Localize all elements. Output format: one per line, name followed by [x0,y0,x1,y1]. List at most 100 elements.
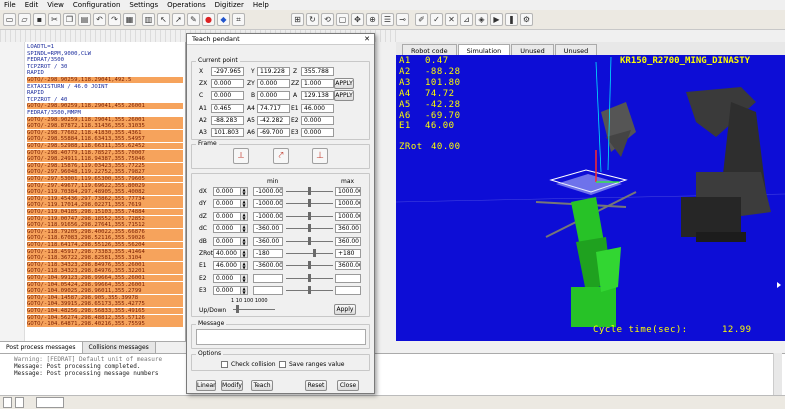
jog-slider-dx[interactable] [286,187,333,196]
jog-max-e1[interactable]: 3600.00 [335,261,361,271]
y-field[interactable]: 119.228 [257,67,290,76]
code-line[interactable]: GOTO/-118.67083,298.52116,355.59026 [27,235,183,242]
jog-min-dc[interactable]: -360.00 [253,224,283,234]
a2-field[interactable]: -88.283 [211,116,244,125]
base-frame-button[interactable]: ⟂ [233,148,249,164]
pause-button[interactable]: ❚ [505,13,518,26]
jog-max-db[interactable]: 360.00 [335,236,361,246]
apply-zaxis-button[interactable]: APPLY [334,78,354,89]
save-button[interactable]: ▪ [33,13,46,26]
cut-button[interactable]: ✂ [48,13,61,26]
modify-button[interactable]: Modify [221,380,243,391]
code-line[interactable]: GOTO/-298.24911,118.94387,355.75046 [27,156,183,163]
jog-max-zrot[interactable]: +180 [335,249,361,258]
menu-configuration[interactable]: Configuration [73,1,120,9]
rotate-button[interactable]: ↻ [306,13,319,26]
jog-value-e2[interactable]: 0.000 [213,273,241,283]
jog-min-e1[interactable]: -3600.00 [253,261,283,271]
jog-spinner-dz[interactable]: ▲ ▼ [241,211,248,221]
jog-scale-slider[interactable] [233,305,275,314]
jog-max-e3[interactable] [335,286,361,296]
code-line[interactable]: RAPID [27,70,44,76]
code-line[interactable]: GOTO/-118.91656,298.27641,355.71512 [27,222,183,229]
code-line[interactable]: GOTO/-298.90259,118.29041,355.26001 [27,116,183,123]
menu-operations[interactable]: Operations [167,1,205,9]
jog-spinner-dx[interactable]: ▲ ▼ [241,187,248,196]
code-line[interactable]: GOTO/-119.04185,298.15103,355.74884 [27,209,183,215]
align-button[interactable]: ⊞ [291,13,304,26]
a-field[interactable]: 129.138 [301,91,334,100]
code-line[interactable]: TCPZROT / 40 [27,97,67,103]
code-line[interactable]: GOTO/-104.48256,298.56833,355.49165 [27,308,183,314]
b-field[interactable]: 0.000 [257,91,290,100]
world-frame-button[interactable]: ⊥ [312,148,328,164]
view-button[interactable]: ◈ [475,13,488,26]
jog-value-dz[interactable]: 0.000 [213,211,241,221]
code-line[interactable]: GOTO/-119.17014,298.02271,355.7619 [27,202,183,209]
code-line[interactable]: GOTO/-104.99123,298.99664,355.26001 [27,275,183,281]
zy-field[interactable]: 0.000 [257,79,290,88]
jog-slider-zrot[interactable] [286,249,333,258]
jog-slider-thumb[interactable] [312,249,316,257]
e3-field[interactable]: 0.000 [301,128,334,137]
jog-value-dc[interactable]: 0.000 [213,224,241,234]
code-line[interactable]: GOTO/-298.90259,118.29041,492.5 [27,77,183,83]
code-line[interactable]: LOADTL=1 [27,44,54,50]
code-line[interactable]: TCPZROT / 30 [27,64,67,70]
jog-max-dx[interactable]: 1000.00 [335,187,361,196]
jog-min-dx[interactable]: -1000.00 [253,187,283,196]
code-line[interactable]: FEDRAT/3500 [27,57,64,63]
menu-help[interactable]: Help [253,1,269,9]
menu-edit[interactable]: Edit [25,1,39,9]
code-line[interactable]: RAPID [27,90,44,96]
code-line[interactable]: GOTO/-104.09025,298.96011,355.2799 [27,288,183,295]
linear-button[interactable]: Linear [196,380,216,391]
jog-min-e2[interactable] [253,273,283,283]
jog-spinner-e2[interactable]: ▲ ▼ [241,273,248,283]
jog-min-dy[interactable]: -1000.00 [253,199,283,209]
code-line[interactable]: GOTO/-297.53001,119.65300,355.79605 [27,176,183,182]
code-line[interactable]: GOTO/-118.34323,298.84976,355.32201 [27,268,183,275]
jog-min-zrot[interactable]: -180 [253,249,283,258]
open-file-button[interactable]: ▱ [18,13,31,26]
jog-slider-thumb[interactable] [308,224,311,233]
measure-button[interactable]: ⊿ [460,13,473,26]
viewer-tab-robot-code[interactable]: Robot code [402,44,457,55]
jog-value-e1[interactable]: 46.000 [213,261,241,271]
code-line[interactable]: EXTAXISTURN / 46.0 JOINT [27,84,108,90]
jog-slider-e3[interactable] [286,286,333,295]
jog-slider-e1[interactable] [286,261,333,270]
zx-field[interactable]: 0.000 [211,79,244,88]
a3-field[interactable]: 101.803 [211,128,244,137]
e2-field[interactable]: 0.000 [301,116,334,125]
close-button[interactable]: Close [337,380,359,391]
code-line[interactable]: GOTO/-118.64174,298.55126,355.56204 [27,242,183,248]
jog-slider-thumb[interactable] [308,273,311,282]
close-button[interactable]: ✕ [445,13,458,26]
message-scrollbar[interactable] [773,353,782,395]
jog-max-dc[interactable]: 360.00 [335,224,361,234]
menu-settings[interactable]: Settings [129,1,158,9]
jog-spinner-e1[interactable]: ▲ ▼ [241,261,248,271]
jog-slider-dy[interactable] [286,199,333,208]
settings-button[interactable]: ⚙ [520,13,533,26]
apply-jog-button[interactable]: Apply [334,304,356,315]
check-collision-checkbox[interactable] [221,361,228,368]
jog-min-e3[interactable] [253,286,283,296]
code-line[interactable]: GOTO/-297.49677,119.69622,355.80029 [27,182,183,189]
zoom-button[interactable]: ⊕ [366,13,379,26]
jog-spinner-e3[interactable]: ▲ ▼ [241,286,248,296]
tool-frame-button[interactable]: ⤤ [273,148,289,164]
frame-button[interactable]: ⌗ [232,13,245,26]
undo-button[interactable]: ↶ [93,13,106,26]
jog-slider-dz[interactable] [286,211,333,221]
jog-value-dx[interactable]: 0.000 [213,187,241,196]
code-line[interactable]: GOTO/-104.14587,298.905,355.39978 [27,294,183,301]
code-line[interactable]: GOTO/-118.45917,298.73383,355.41464 [27,248,183,255]
redo-button[interactable]: ↷ [108,13,121,26]
a1-field[interactable]: 0.465 [211,104,244,113]
code-line[interactable]: GOTO/-297.96048,119.22752,355.79827 [27,169,183,176]
apply-angles-button[interactable]: APPLY [334,90,354,101]
jog-spinner-db[interactable]: ▲ ▼ [241,236,248,246]
jog-slider-thumb[interactable] [308,187,311,195]
